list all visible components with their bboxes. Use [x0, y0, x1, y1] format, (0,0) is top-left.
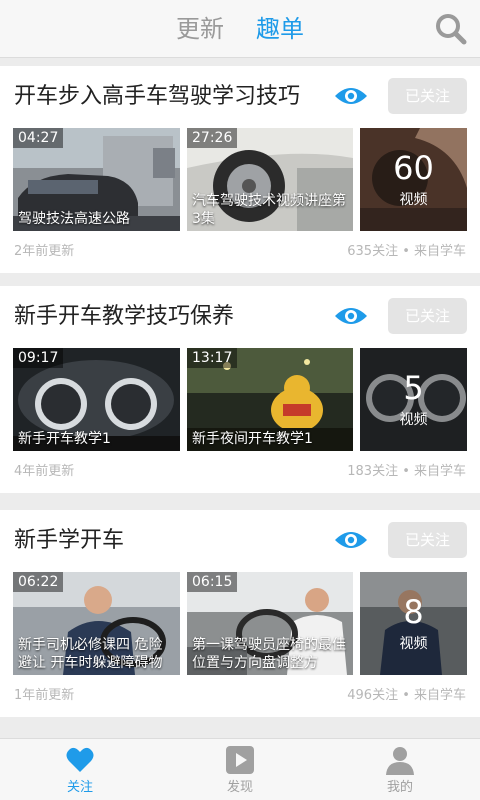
play-icon — [226, 746, 254, 774]
video-thumbnail[interactable]: 13:17 新手夜间开车教学1 — [187, 348, 353, 451]
updated-time: 4年前更新 — [14, 464, 75, 479]
video-caption: 汽车驾驶技术视频讲座第3集 — [192, 193, 346, 227]
video-duration: 27:26 — [187, 128, 238, 148]
video-caption: 新手开车教学1 — [18, 431, 111, 447]
playlist-card[interactable]: 新手学开车 已关注 06:22 新手司机必修课四 危险避让 开车时躲避障碍物 0… — [0, 510, 480, 717]
follow-stats: 183关注 • 来自学车 — [347, 464, 466, 479]
video-count: 60 — [393, 149, 434, 187]
eye-icon[interactable] — [334, 304, 368, 328]
video-caption: 新手司机必修课四 危险避让 开车时躲避障碍物 — [18, 637, 163, 671]
tab-qudan[interactable]: 趣单 — [256, 12, 304, 46]
video-duration: 04:27 — [13, 128, 64, 148]
video-duration: 06:15 — [187, 572, 238, 592]
tab-updates[interactable]: 更新 — [176, 12, 224, 46]
video-thumbnail[interactable]: 06:22 新手司机必修课四 危险避让 开车时躲避障碍物 — [13, 572, 180, 675]
video-duration: 09:17 — [13, 348, 64, 368]
nav-follow-label: 关注 — [66, 780, 93, 795]
video-caption: 新手夜间开车教学1 — [192, 431, 313, 447]
follow-button[interactable]: 已关注 — [388, 522, 467, 558]
more-videos-tile[interactable]: 5 视频 — [360, 348, 467, 451]
nav-discover-label: 发现 — [226, 780, 253, 795]
video-count-label: 视频 — [399, 412, 428, 428]
top-bar: 更新 趣单 — [0, 0, 480, 58]
nav-mine[interactable]: 我的 — [355, 739, 445, 800]
follow-button[interactable]: 已关注 — [388, 78, 467, 114]
nav-follow[interactable]: 关注 — [35, 739, 125, 800]
more-videos-tile[interactable]: 60 视频 — [360, 128, 467, 231]
video-thumbnail[interactable]: 09:17 新手开车教学1 — [13, 348, 180, 451]
video-thumbnail[interactable]: 27:26 汽车驾驶技术视频讲座第3集 — [187, 128, 353, 231]
nav-discover[interactable]: 发现 — [195, 739, 285, 800]
video-count-label: 视频 — [399, 192, 428, 208]
video-count-label: 视频 — [399, 636, 428, 652]
eye-icon[interactable] — [334, 528, 368, 552]
follow-button[interactable]: 已关注 — [388, 298, 467, 334]
user-icon — [386, 747, 414, 775]
video-count: 5 — [403, 369, 424, 407]
video-duration: 13:17 — [187, 348, 238, 368]
video-caption: 第一课驾驶员座椅的最佳位置与方向盘调整方 — [192, 637, 346, 671]
updated-time: 1年前更新 — [14, 688, 75, 703]
updated-time: 2年前更新 — [14, 244, 75, 259]
more-videos-tile[interactable]: 8 视频 — [360, 572, 467, 675]
video-thumbnail[interactable]: 04:27 驾驶技法高速公路 — [13, 128, 180, 231]
video-thumbnail[interactable]: 06:15 第一课驾驶员座椅的最佳位置与方向盘调整方 — [187, 572, 353, 675]
eye-icon[interactable] — [334, 84, 368, 108]
video-caption: 驾驶技法高速公路 — [18, 211, 130, 227]
card-title[interactable]: 新手学开车 — [14, 526, 124, 556]
playlist-card[interactable]: 开车步入高手车驾驶学习技巧 已关注 04:27 驾驶技法高速公路 27:26 汽… — [0, 66, 480, 273]
card-title[interactable]: 新手开车教学技巧保养 — [14, 302, 234, 332]
bottom-nav: 关注 发现 我的 — [0, 738, 480, 800]
video-count: 8 — [403, 593, 424, 631]
heart-icon — [66, 747, 94, 772]
nav-mine-label: 我的 — [386, 780, 413, 795]
search-icon[interactable] — [434, 12, 468, 46]
follow-stats: 496关注 • 来自学车 — [347, 688, 466, 703]
playlist-card[interactable]: 新手开车教学技巧保养 已关注 09:17 新手开车教学1 13:17 新手夜间开… — [0, 286, 480, 493]
follow-stats: 635关注 • 来自学车 — [347, 244, 466, 259]
card-title[interactable]: 开车步入高手车驾驶学习技巧 — [14, 82, 300, 112]
video-duration: 06:22 — [13, 572, 64, 592]
